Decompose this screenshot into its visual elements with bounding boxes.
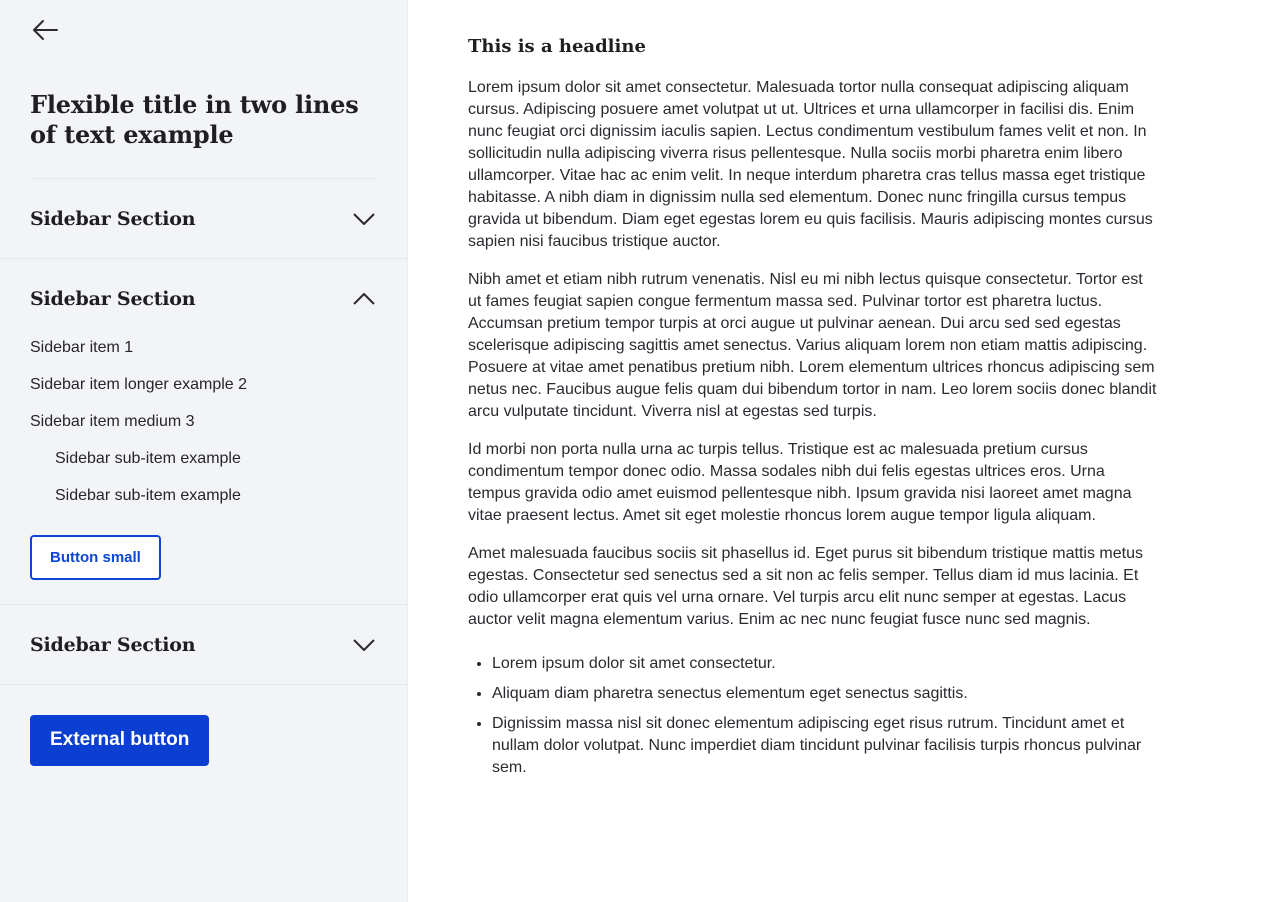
sidebar-section-3: Sidebar Section — [0, 605, 407, 685]
list-item: Lorem ipsum dolor sit amet consectetur. — [492, 653, 1158, 675]
paragraph: Amet malesuada faucibus sociis sit phase… — [468, 545, 1143, 628]
chevron-down-icon — [353, 638, 375, 651]
list-item: Dignissim massa nisl sit donec elementum… — [492, 713, 1158, 779]
sidebar-section-header[interactable]: Sidebar Section — [0, 605, 407, 684]
sidebar-item-2[interactable]: Sidebar item longer example 2 — [30, 367, 377, 404]
sidebar-section-title: Sidebar Section — [30, 287, 196, 310]
arrow-left-icon — [33, 20, 58, 40]
sidebar-section-body: Sidebar item 1 Sidebar item longer examp… — [0, 330, 407, 604]
sidebar-item-1[interactable]: Sidebar item 1 — [30, 330, 377, 367]
sidebar-title: Flexible title in two lines of text exam… — [30, 90, 377, 179]
sidebar-section-2: Sidebar Section Sidebar item 1 Sidebar i… — [0, 259, 407, 605]
button-small[interactable]: Button small — [30, 535, 161, 580]
sidebar-subitem-1[interactable]: Sidebar sub-item example — [30, 441, 377, 478]
chevron-down-icon — [353, 212, 375, 225]
bullet-list: Lorem ipsum dolor sit amet consectetur. … — [468, 653, 1158, 779]
article: This is a headline Lorem ipsum dolor sit… — [468, 36, 1158, 779]
list-item: Aliquam diam pharetra senectus elementum… — [492, 683, 1158, 705]
paragraph: Nibh amet et etiam nibh rutrum venenatis… — [468, 271, 1157, 420]
chevron-up-icon — [353, 292, 375, 305]
headline: This is a headline — [468, 36, 646, 57]
sidebar-section-header[interactable]: Sidebar Section — [0, 259, 407, 338]
paragraph: Id morbi non porta nulla urna ac turpis … — [468, 441, 1132, 524]
sidebar-section-header[interactable]: Sidebar Section — [0, 179, 407, 258]
back-button[interactable] — [30, 18, 60, 42]
external-button[interactable]: External button — [30, 715, 210, 766]
sidebar: Flexible title in two lines of text exam… — [0, 0, 408, 902]
paragraph: Lorem ipsum dolor sit amet consectetur. … — [468, 79, 1153, 250]
sidebar-section-title: Sidebar Section — [30, 633, 196, 656]
sidebar-subitem-2[interactable]: Sidebar sub-item example — [30, 478, 377, 515]
sidebar-item-3[interactable]: Sidebar item medium 3 — [30, 404, 377, 441]
main-content: This is a headline Lorem ipsum dolor sit… — [408, 0, 1271, 902]
sidebar-section-1: Sidebar Section — [0, 179, 407, 259]
sidebar-section-title: Sidebar Section — [30, 207, 196, 230]
